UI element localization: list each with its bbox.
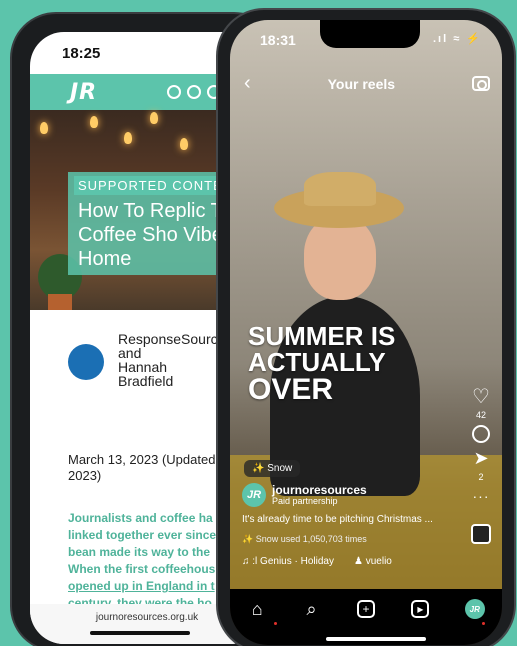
account-info: journoresources Paid partnership — [272, 484, 367, 506]
twitter-icon[interactable] — [187, 85, 202, 99]
front-phone: 18:31 .ıl ≈ ⚡ ‹ Your reels SUMMER IS ACT… — [216, 8, 516, 646]
effect-usage[interactable]: ✨ Snow used 1,050,703 times — [242, 534, 367, 545]
author-names: ResponseSource and Hannah Bradfield — [118, 332, 225, 388]
heart-icon[interactable]: ♡ — [471, 386, 491, 408]
home-icon[interactable]: ⌂ — [245, 597, 269, 621]
bulb-icon — [150, 112, 158, 124]
status-time: 18:31 — [260, 32, 296, 48]
reel-caption[interactable]: It's already time to be pitching Christm… — [242, 514, 452, 525]
instagram-icon[interactable] — [167, 85, 182, 99]
camera-icon[interactable] — [471, 76, 490, 91]
status-bar: 18:31 .ıl ≈ ⚡ — [260, 32, 482, 48]
account-name[interactable]: journoresources — [272, 484, 367, 496]
reels-header: ‹ Your reels — [244, 72, 490, 95]
paid-partnership-label: Paid partnership — [272, 496, 338, 506]
site-logo[interactable]: JR — [70, 80, 97, 105]
back-chevron-icon[interactable]: ‹ — [244, 72, 251, 95]
send-icon[interactable]: ➤ — [471, 448, 491, 468]
audio-thumbnail[interactable] — [471, 524, 491, 544]
url-text: journoresources.org.uk — [95, 612, 199, 623]
overlay-line: OVER — [248, 373, 334, 406]
effect-tag[interactable]: ✨ Snow — [244, 460, 301, 477]
account-row[interactable]: JR journoresources Paid partnership — [242, 483, 367, 507]
author-block: ResponseSource and Hannah Bradfield — [68, 332, 225, 388]
hat-crown — [304, 172, 376, 206]
create-icon[interactable]: + — [354, 597, 378, 621]
author-line[interactable]: Hannah — [118, 360, 225, 374]
tagged-user[interactable]: ♟ vuelio — [354, 556, 392, 567]
home-indicator — [326, 637, 426, 641]
presenter-face — [304, 216, 376, 300]
comment-icon[interactable] — [471, 424, 491, 444]
action-rail: ♡ 42 ➤ 2 ··· — [466, 386, 496, 544]
author-line[interactable]: ResponseSource — [118, 332, 225, 346]
like-count: 42 — [475, 410, 486, 420]
overlay-line: SUMMER IS — [248, 321, 396, 351]
more-icon[interactable]: ··· — [471, 486, 491, 506]
author-line: and — [118, 345, 142, 361]
overlay-text: SUMMER IS ACTUALLY OVER — [248, 323, 395, 405]
share-count: 2 — [478, 472, 484, 482]
bulb-icon — [90, 116, 98, 128]
reels-screen: 18:31 .ıl ≈ ⚡ ‹ Your reels SUMMER IS ACT… — [230, 20, 502, 645]
bulb-icon — [124, 132, 132, 144]
notification-dot — [482, 622, 485, 625]
reels-icon[interactable]: ▸ — [408, 597, 432, 621]
bulb-icon — [180, 138, 188, 150]
bulb-icon — [40, 122, 48, 134]
pot-icon — [48, 294, 72, 310]
audio-track[interactable]: ♫ :l Genius · Holiday — [242, 556, 334, 567]
notification-dot — [274, 622, 277, 625]
author-avatar — [68, 344, 104, 380]
status-time: 18:25 — [62, 44, 101, 62]
profile-icon[interactable]: JR — [463, 597, 487, 621]
status-icons: .ıl ≈ ⚡ — [432, 33, 482, 45]
home-indicator — [90, 631, 190, 635]
author-line[interactable]: Bradfield — [118, 374, 225, 388]
search-icon[interactable]: ⌕ — [300, 597, 324, 621]
avatar[interactable]: JR — [242, 483, 266, 507]
page-title: Your reels — [327, 75, 396, 92]
overlay-line: ACTUALLY — [248, 347, 386, 377]
audio-row: ♫ :l Genius · Holiday ♟ vuelio — [242, 556, 392, 567]
